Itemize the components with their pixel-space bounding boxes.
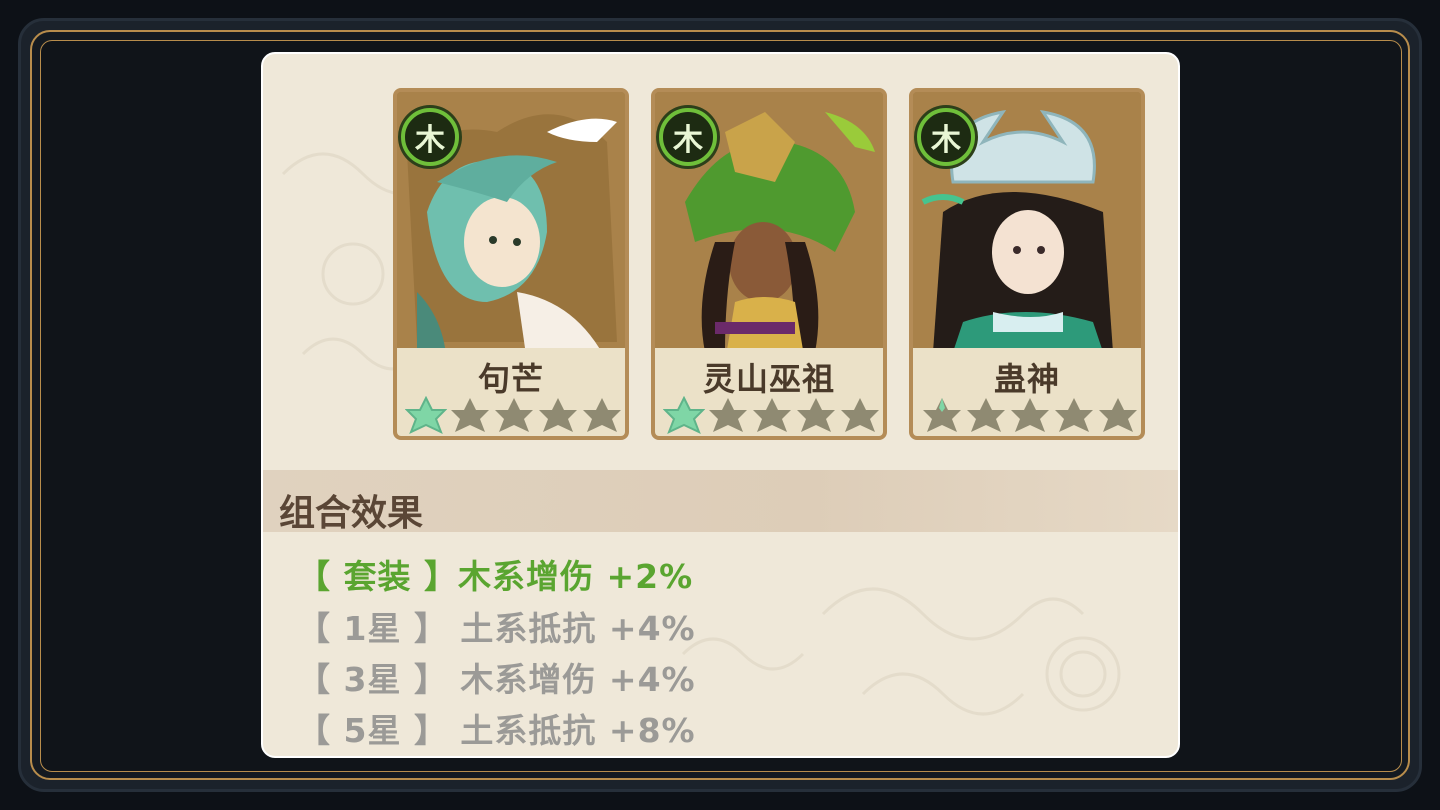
hero-name: 蛊神 — [993, 360, 1060, 398]
wood-element-icon: 木 — [659, 108, 717, 166]
star-empty-icon — [451, 398, 489, 432]
combo-effect-set: 【 套装 】木系增伤 +2% — [297, 557, 694, 596]
star-empty-icon — [967, 398, 1005, 432]
combo-title: 组合效果 — [279, 493, 424, 534]
hero-card-lingshan-wuzu[interactable]: 灵山巫祖 木 — [651, 88, 887, 440]
star-empty-icon — [709, 398, 747, 432]
star-rating — [663, 396, 881, 436]
star-empty-icon — [841, 398, 879, 432]
combo-effect-3-star: 【 3星 】 木系增伤 +4% — [297, 660, 696, 699]
star-empty-icon — [495, 398, 533, 432]
star-empty-icon — [1055, 398, 1093, 432]
star-empty-icon — [1099, 398, 1137, 432]
star-empty-icon — [923, 398, 961, 432]
combo-panel: 句芒 木 灵山巫祖 木 蛊神 木 组合效果 【 套装 】木系增伤 +2% 【 1… — [261, 52, 1180, 758]
star-rating — [921, 396, 1139, 436]
hero-card-gushen[interactable]: 蛊神 木 — [909, 88, 1145, 440]
star-empty-icon — [753, 398, 791, 432]
star-empty-icon — [797, 398, 835, 432]
star-filled-icon — [405, 396, 447, 434]
star-rating — [405, 396, 623, 436]
star-filled-icon — [663, 396, 705, 434]
star-empty-icon — [539, 398, 577, 432]
star-empty-icon — [583, 398, 621, 432]
wood-element-icon: 木 — [401, 108, 459, 166]
combo-effect-5-star: 【 5星 】 土系抵抗 +8% — [297, 711, 696, 750]
star-empty-icon — [1011, 398, 1049, 432]
combo-effect-1-star: 【 1星 】 土系抵抗 +4% — [297, 609, 696, 648]
wood-element-icon: 木 — [917, 108, 975, 166]
hero-name: 灵山巫祖 — [702, 360, 835, 398]
hero-name: 句芒 — [477, 360, 544, 398]
hero-card-jumang[interactable]: 句芒 木 — [393, 88, 629, 440]
